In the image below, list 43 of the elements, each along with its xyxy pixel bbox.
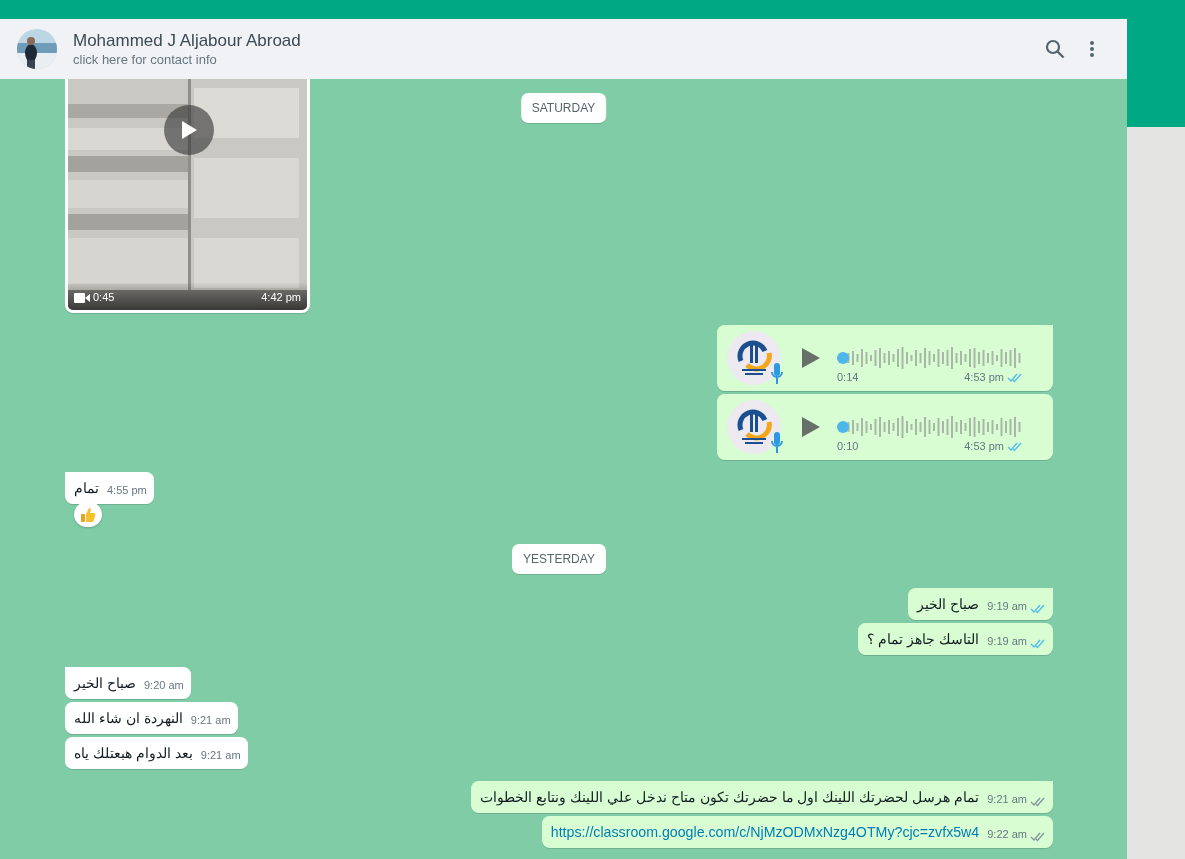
play-icon [180,120,198,140]
logo-icon [727,400,781,454]
thumbs-up-icon [80,506,96,523]
message-time: 4:53 pm [964,438,1004,454]
message-time: 9:20 am [143,678,184,693]
playback-thumb[interactable] [837,420,849,433]
message-time: 9:19 am [987,634,1027,649]
message-text: بعد الدوام هبعتلك ياه [74,744,193,763]
microphone-icon [771,432,783,454]
message-text: تمام [74,479,99,498]
date-chip: SATURDAY [520,93,607,123]
microphone-icon [771,363,783,385]
video-camera-icon [74,293,90,303]
contact-info-hint[interactable]: click here for contact info [73,51,1045,68]
date-chip: YESTERDAY [512,544,606,574]
voice-duration: 0:10 [837,438,859,454]
play-button[interactable] [801,416,821,438]
message-time: 9:21 am [190,713,231,728]
message-time: 4:53 pm [964,369,1004,385]
video-message[interactable]: 0:45 4:42 pm [65,79,310,313]
voice-duration: 0:14 [837,369,859,385]
message-time: 9:19 am [987,599,1027,614]
message-text: التاسك جاهز تمام ؟ [867,630,980,649]
play-button[interactable] [164,105,214,155]
message-time: 4:42 pm [261,289,301,305]
message-text: صباح الخير [917,595,980,614]
menu-icon[interactable] [1089,40,1095,58]
message-time: 9:22 am [987,827,1027,842]
message-text: تمام هرسل لحضرتك اللينك اول ما حضرتك تكون متاح ندخل علي اللينك ونتابع الخطوات [480,788,980,807]
video-duration: 0:45 [93,289,115,305]
message-text: صباح الخير [74,674,136,693]
message-text: النهردة ان شاء الله [74,709,183,728]
link[interactable]: https://classroom.google.com/c/NjMzODMxNzg4OTMy?cjc=zvfx5w4 [550,822,980,842]
search-icon[interactable] [1045,39,1065,59]
message-time: 4:55 pm [107,483,147,498]
playback-thumb[interactable] [837,351,849,364]
play-icon [801,347,821,369]
contact-name: Mohammed J Aljabour Abroad [73,30,302,51]
message-time: 9:21 am [987,792,1027,807]
message-time: 9:21 am [200,748,241,763]
play-button[interactable] [801,347,821,369]
logo-icon [727,331,781,385]
play-icon [801,416,821,438]
